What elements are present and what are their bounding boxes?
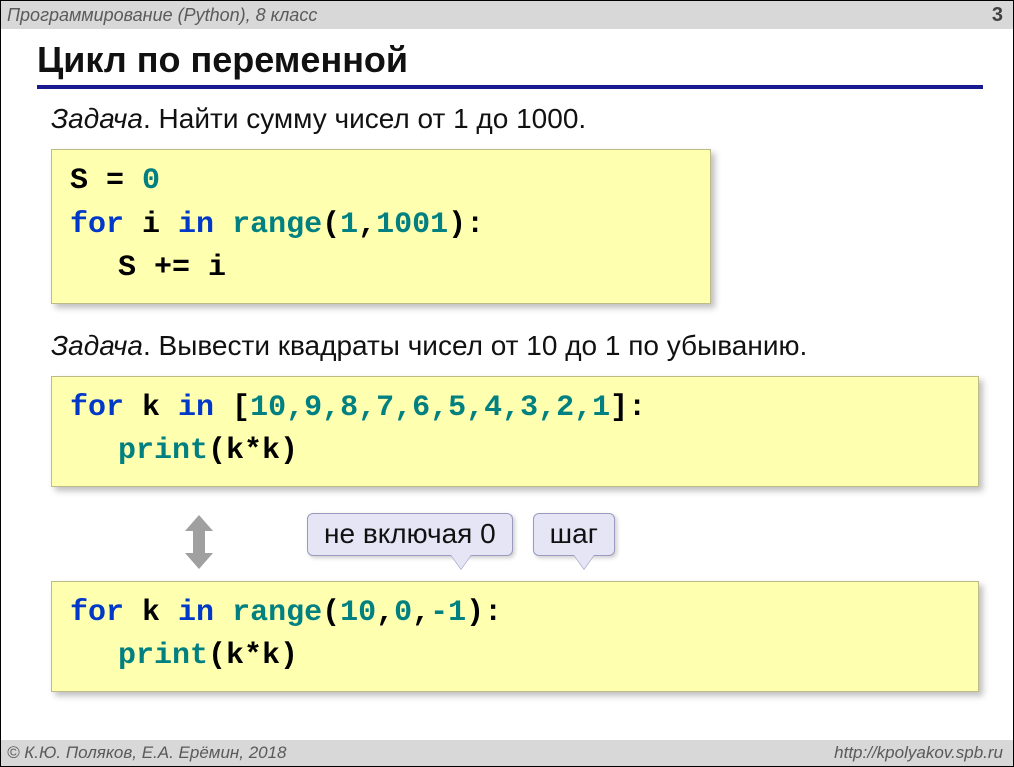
up-down-arrow-icon	[181, 515, 217, 574]
task-text: . Вывести квадраты чисел от 10 до 1 по у…	[143, 330, 807, 361]
annotation-row: не включая 0 шаг	[51, 513, 983, 575]
code-text: ,	[358, 208, 376, 242]
code-keyword: for	[70, 391, 124, 425]
code-text: k	[124, 596, 178, 630]
slide-footer: © К.Ю. Поляков, Е.А. Ерёмин, 2018 http:/…	[1, 740, 1013, 766]
code-text: ,	[376, 596, 394, 630]
code-text: S =	[70, 164, 142, 198]
code-number: -1	[430, 596, 466, 630]
code-func: print	[118, 639, 208, 673]
code-text: ):	[466, 596, 502, 630]
code-number: 10,9,8,7,6,5,4,3,2,1	[250, 391, 610, 425]
code-func: range	[232, 208, 322, 242]
task-text: . Найти сумму чисел от 1 до 1000.	[143, 103, 586, 134]
callout-not-including-zero: не включая 0	[307, 513, 513, 556]
slide-header: Программирование (Python), 8 класс 3	[1, 1, 1013, 29]
code-text: ,	[412, 596, 430, 630]
copyright: © К.Ю. Поляков, Е.А. Ерёмин, 2018	[7, 743, 287, 763]
code-keyword: in	[178, 596, 214, 630]
code-func: print	[118, 434, 208, 468]
code-text: (k*k)	[208, 639, 298, 673]
code-text: i	[124, 208, 178, 242]
code-keyword: in	[178, 391, 214, 425]
code-text: (	[322, 596, 340, 630]
code-func: range	[232, 596, 322, 630]
task-label: Задача	[51, 103, 143, 134]
code-keyword: in	[178, 208, 214, 242]
code-text: k	[124, 391, 178, 425]
code-number: 1001	[376, 208, 448, 242]
callout-step: шаг	[533, 513, 615, 556]
code-text: S += i	[118, 251, 226, 285]
code-block-1: S = 0 for i in range(1,1001): S += i	[51, 149, 711, 304]
code-keyword: for	[70, 208, 124, 242]
code-text: ):	[448, 208, 484, 242]
slide-title: Цикл по переменной	[37, 39, 983, 89]
code-text: (k*k)	[208, 434, 298, 468]
task-label: Задача	[51, 330, 143, 361]
course-title: Программирование (Python), 8 класс	[7, 5, 317, 26]
code-text	[214, 208, 232, 242]
code-text: ]:	[610, 391, 646, 425]
code-number: 0	[394, 596, 412, 630]
code-number: 0	[142, 164, 160, 198]
code-block-2: for k in [10,9,8,7,6,5,4,3,2,1]: print(k…	[51, 376, 979, 487]
code-text: (	[322, 208, 340, 242]
task-2: Задача. Вывести квадраты чисел от 10 до …	[51, 330, 983, 362]
code-text: [	[214, 391, 250, 425]
code-block-3: for k in range(10,0,-1): print(k*k)	[51, 581, 979, 692]
task-1: Задача. Найти сумму чисел от 1 до 1000.	[51, 103, 983, 135]
code-text	[214, 596, 232, 630]
footer-url: http://kpolyakov.spb.ru	[834, 743, 1003, 763]
code-number: 10	[340, 596, 376, 630]
slide-body: Цикл по переменной Задача. Найти сумму ч…	[1, 29, 1013, 740]
page-number: 3	[992, 4, 1003, 27]
code-keyword: for	[70, 596, 124, 630]
code-number: 1	[340, 208, 358, 242]
